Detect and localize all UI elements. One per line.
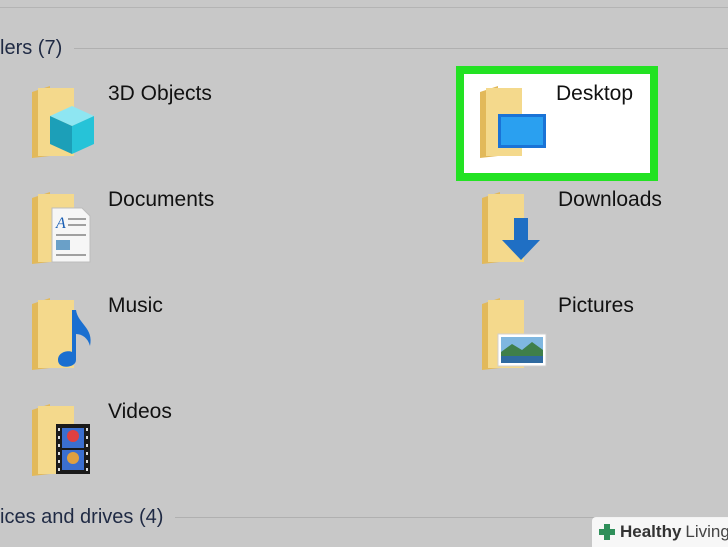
folder-label: Documents [108,188,215,211]
3d-objects-folder-icon [28,82,98,162]
folder-item-pictures[interactable]: Pictures [478,294,634,374]
folder-item-3d-objects[interactable]: 3D Objects [28,82,212,162]
plus-icon [598,523,616,541]
folder-item-music[interactable]: Music [28,294,163,374]
watermark: Healthy Living [592,517,728,547]
folder-item-videos[interactable]: Videos [28,400,172,480]
folder-item-documents[interactable]: A Documents [28,188,214,268]
folder-item-desktop[interactable]: Desktop [456,66,658,181]
folder-label: Downloads [558,188,662,211]
pictures-folder-icon [478,294,548,374]
folder-label: Videos [108,400,172,423]
section-title-devices: ices and drives (4) [0,505,164,528]
watermark-brand: Healthy [620,522,682,541]
folder-label: Desktop [556,82,634,105]
folder-label: Music [108,294,163,317]
section-header-folders[interactable]: lers (7) [0,33,728,63]
desktop-folder-icon [476,82,546,162]
watermark-living: Living [685,522,728,541]
section-title-folders: lers (7) [0,36,63,59]
documents-folder-icon: A [28,188,98,268]
folder-label: 3D Objects [108,82,212,105]
section-divider [74,47,728,49]
svg-text:A: A [55,215,66,232]
top-divider [0,7,728,8]
music-folder-icon [28,294,98,374]
folder-item-downloads[interactable]: Downloads [478,188,662,268]
folder-label: Pictures [558,294,634,317]
downloads-folder-icon [478,188,548,268]
videos-folder-icon [28,400,98,480]
